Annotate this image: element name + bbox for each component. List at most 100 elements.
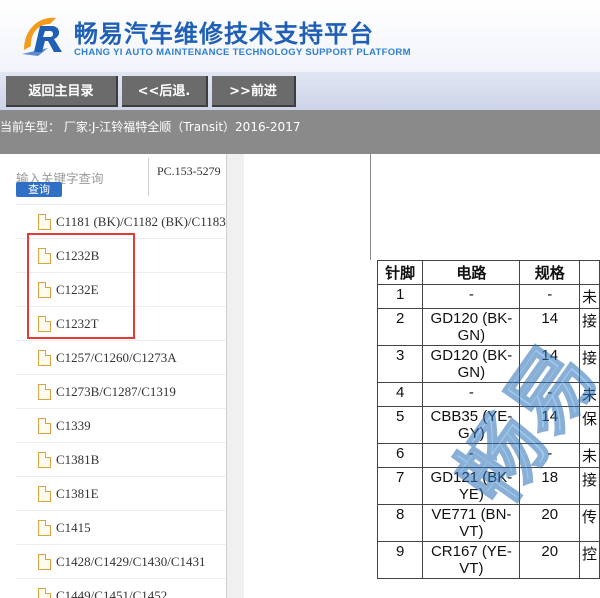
- circuit-cell: -: [422, 284, 521, 309]
- brand-title: 畅易汽车维修技术支持平台: [74, 20, 374, 48]
- extra-cell: 控: [578, 541, 600, 579]
- document-icon: [38, 384, 51, 400]
- app-header: 畅易汽车维修技术支持平台 CHANG YI AUTO MAINTENANCE T…: [0, 0, 600, 72]
- pin-cell: 2: [376, 308, 424, 346]
- header-spec: 规格: [519, 260, 580, 285]
- list-item[interactable]: C1232E: [16, 272, 226, 306]
- sidebar: 输入关键字查询 查询 PC.153-5279 C1181 (BK)/C1182 …: [0, 154, 244, 598]
- circuit-cell: -: [422, 382, 521, 407]
- document-icon: [38, 214, 51, 230]
- extra-cell: 接: [578, 345, 600, 383]
- extra-cell: 保: [578, 406, 600, 444]
- document-icon: [38, 316, 51, 332]
- table-row: 3 GD120 (BK-GN) 14 接: [376, 345, 600, 383]
- list-item-label: C1339: [56, 418, 91, 433]
- back-button[interactable]: <<后退.: [122, 76, 208, 107]
- spec-cell: 14: [519, 406, 580, 444]
- list-item-label: C1232T: [56, 316, 99, 331]
- document-icon: [38, 486, 51, 502]
- list-item[interactable]: C1273B/C1287/C1319: [16, 374, 226, 408]
- table-row: 1 - - 未: [376, 284, 600, 309]
- list-item-label: C1428/C1429/C1430/C1431: [56, 554, 206, 569]
- table-row: 2 GD120 (BK-GN) 14 接: [376, 308, 600, 346]
- nav-bar: 返回主目录 <<后退. >>前进: [0, 72, 600, 110]
- extra-cell: 未: [578, 382, 600, 407]
- extra-cell: 未: [578, 443, 600, 468]
- list-item[interactable]: C1428/C1429/C1430/C1431: [16, 544, 226, 578]
- pin-cell: 6: [376, 443, 424, 468]
- document-icon: [38, 520, 51, 536]
- document-icon: [38, 282, 51, 298]
- circuit-cell: GD121 (BK-YE): [422, 467, 521, 505]
- list-item-label: C1381B: [56, 452, 100, 467]
- pin-cell: 3: [376, 345, 424, 383]
- pin-cell: 8: [376, 504, 424, 542]
- list-item[interactable]: C1232B: [16, 238, 226, 272]
- pin-cell: 9: [376, 541, 424, 579]
- list-item[interactable]: C1415: [16, 510, 226, 544]
- list-item-label: C1232E: [56, 282, 99, 297]
- table-row: 6 - - 未: [376, 443, 600, 468]
- table-row: 5 CBB35 (YE-GY) 14 保: [376, 406, 600, 444]
- list-item[interactable]: C1381E: [16, 476, 226, 510]
- pin-cell: 1: [376, 284, 424, 309]
- document-icon: [38, 588, 51, 598]
- document-icon: [38, 350, 51, 366]
- table-row: 4 - - 未: [376, 382, 600, 407]
- list-item[interactable]: C1381B: [16, 442, 226, 476]
- list-item-label: C1273B/C1287/C1319: [56, 384, 176, 399]
- circuit-cell: CBB35 (YE-GY): [422, 406, 521, 444]
- header-pin: 针脚: [376, 260, 424, 285]
- document-icon: [38, 248, 51, 264]
- spec-cell: 18: [519, 467, 580, 505]
- content-divider: [370, 154, 371, 260]
- spec-cell: -: [519, 443, 580, 468]
- changyi-logo-icon: [22, 17, 62, 56]
- spec-cell: -: [519, 382, 580, 407]
- main-content: 针脚 电路 规格 1 - - 未 2 GD120 (BK-GN) 14 接 3 …: [244, 154, 600, 598]
- table-row: 9 CR167 (YE-VT) 20 控: [376, 541, 600, 579]
- home-button[interactable]: 返回主目录: [6, 76, 118, 107]
- list-item-label: C1415: [56, 520, 91, 535]
- list-item[interactable]: C1181 (BK)/C1182 (BK)/C1183: [16, 204, 226, 238]
- list-item-label: C1181 (BK)/C1182 (BK)/C1183: [56, 214, 226, 229]
- list-item[interactable]: C1232T: [16, 306, 226, 340]
- extra-cell: 接: [578, 467, 600, 505]
- table-row: 7 GD121 (BK-YE) 18 接: [376, 467, 600, 505]
- list-item[interactable]: C1257/C1260/C1273A: [16, 340, 226, 374]
- table-row: 8 VE771 (BN-VT) 20 传: [376, 504, 600, 542]
- document-list: C1181 (BK)/C1182 (BK)/C1183 C1232B C1232…: [16, 204, 226, 598]
- list-item-label: C1381E: [56, 486, 99, 501]
- circuit-cell: CR167 (YE-VT): [422, 541, 521, 579]
- sidebar-scrollbar[interactable]: [227, 154, 244, 598]
- list-item-label: C1232B: [56, 248, 100, 263]
- circuit-cell: VE771 (BN-VT): [422, 504, 521, 542]
- circuit-cell: GD120 (BK-GN): [422, 308, 521, 346]
- document-icon: [38, 418, 51, 434]
- pin-table: 针脚 电路 规格 1 - - 未 2 GD120 (BK-GN) 14 接 3 …: [376, 260, 600, 579]
- spec-cell: 14: [519, 308, 580, 346]
- circuit-cell: GD120 (BK-GN): [422, 345, 521, 383]
- spec-cell: 20: [519, 504, 580, 542]
- header-circuit: 电路: [422, 260, 521, 285]
- table-header-row: 针脚 电路 规格: [376, 260, 600, 285]
- spec-cell: -: [519, 284, 580, 309]
- brand-subtitle: CHANG YI AUTO MAINTENANCE TECHNOLOGY SUP…: [74, 47, 411, 58]
- list-item[interactable]: C1339: [16, 408, 226, 442]
- spec-cell: 14: [519, 345, 580, 383]
- sidebar-separator: [148, 158, 149, 196]
- document-icon: [38, 554, 51, 570]
- extra-cell: 未: [578, 284, 600, 309]
- search-button[interactable]: 查询: [16, 182, 62, 197]
- document-icon: [38, 452, 51, 468]
- circuit-cell: -: [422, 443, 521, 468]
- pin-cell: 7: [376, 467, 424, 505]
- list-item[interactable]: C1449/C1451/C1452: [16, 578, 226, 598]
- forward-button[interactable]: >>前进: [212, 76, 296, 107]
- pc-code: PC.153-5279: [157, 164, 221, 178]
- spec-cell: 20: [519, 541, 580, 579]
- pin-cell: 4: [376, 382, 424, 407]
- model-info-bar: 当前车型： 厂家:J-江铃福特全顺（Transit）2016-2017: [0, 110, 600, 154]
- pin-cell: 5: [376, 406, 424, 444]
- list-item-label: C1449/C1451/C1452: [56, 588, 168, 598]
